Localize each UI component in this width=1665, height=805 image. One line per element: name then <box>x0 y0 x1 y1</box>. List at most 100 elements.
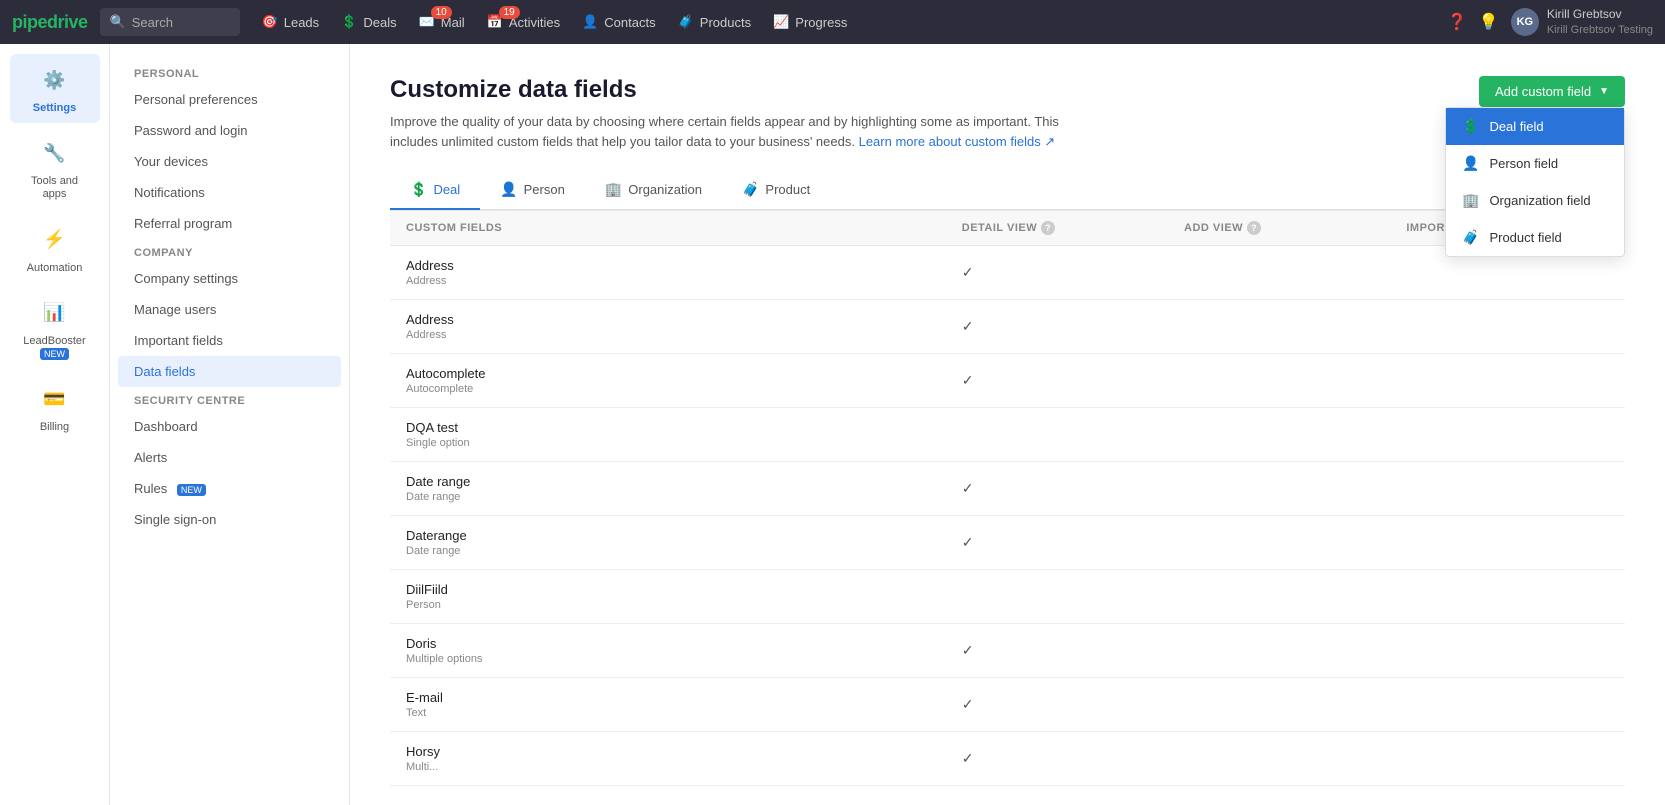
nav-notifications[interactable]: Notifications <box>110 177 349 208</box>
nav-right: ❓ 💡 KG Kirill Grebtsov Kirill Grebtsov T… <box>1447 7 1653 37</box>
left-sidebar: ⚙️ Settings 🔧 Tools and apps ⚡ Automatio… <box>0 44 110 805</box>
nav-alerts[interactable]: Alerts <box>110 442 349 473</box>
nav-your-devices[interactable]: Your devices <box>110 146 349 177</box>
table-row: Date range Date range ✓ <box>390 462 1625 516</box>
leadbooster-icon: 📊 <box>37 295 73 331</box>
title-desc-block: Customize data fields Improve the qualit… <box>390 76 1090 151</box>
settings-icon: ⚙️ <box>37 62 73 98</box>
nav-dashboard[interactable]: Dashboard <box>110 411 349 442</box>
nav-rules[interactable]: Rules NEW <box>110 473 349 504</box>
mail-badge: 10 <box>431 6 452 19</box>
sidebar-item-settings[interactable]: ⚙️ Settings <box>10 54 100 123</box>
help-icon[interactable]: ❓ <box>1447 12 1467 32</box>
avatar: KG <box>1511 8 1539 36</box>
tab-person-icon: 👤 <box>500 181 517 198</box>
nav-referral-program[interactable]: Referral program <box>110 208 349 239</box>
field-name-cell: Address Address <box>390 246 946 300</box>
add-check-cell <box>1168 246 1390 300</box>
check-icon: ✓ <box>962 264 974 280</box>
add-custom-field-button[interactable]: Add custom field ▼ <box>1479 76 1625 107</box>
table-row: DiilFiild Person <box>390 570 1625 624</box>
table-row: Autocomplete Autocomplete ✓ <box>390 354 1625 408</box>
field-name-cell: Date range Date range <box>390 462 946 516</box>
page-desc: Improve the quality of your data by choo… <box>390 112 1090 151</box>
sidebar-item-billing[interactable]: 💳 Billing <box>10 373 100 442</box>
nav-personal-preferences[interactable]: Personal preferences <box>110 84 349 115</box>
table-row: Daterange Date range ✓ <box>390 516 1625 570</box>
learn-more-link[interactable]: Learn more about custom fields ↗ <box>859 134 1056 149</box>
sidebar-item-leadbooster[interactable]: 📊 LeadBooster NEW <box>10 287 100 369</box>
table-header: CUSTOM FIELDS DETAIL VIEW ? ADD VIEW ? <box>390 211 1625 246</box>
content-header: Customize data fields Improve the qualit… <box>390 76 1625 151</box>
sidebar-item-automation[interactable]: ⚡ Automation <box>10 214 100 283</box>
logo[interactable]: pipedrive <box>12 12 88 33</box>
nav-data-fields[interactable]: Data fields <box>118 356 341 387</box>
important-check-cell <box>1390 624 1625 678</box>
dropdown-deal-field[interactable]: 💲 Deal field <box>1446 108 1624 145</box>
nav-items: 🎯 Leads 💲 Deals ✉️ Mail 10 📅 Activities … <box>252 0 1443 44</box>
dropdown-organization-field[interactable]: 🏢 Organization field <box>1446 182 1624 219</box>
important-check-cell <box>1390 732 1625 786</box>
nav-leads[interactable]: 🎯 Leads <box>252 0 330 44</box>
field-name-cell: Horsy Multi... <box>390 732 946 786</box>
field-name-cell: DiilFiild Person <box>390 570 946 624</box>
col-detail-view: DETAIL VIEW ? <box>946 211 1168 246</box>
tab-organization[interactable]: 🏢 Organization <box>585 171 722 210</box>
add-check-cell <box>1168 300 1390 354</box>
important-check-cell <box>1390 354 1625 408</box>
nav-progress[interactable]: 📈 Progress <box>763 0 857 44</box>
detail-check-cell: ✓ <box>946 516 1168 570</box>
user-menu[interactable]: KG Kirill Grebtsov Kirill Grebtsov Testi… <box>1511 7 1653 37</box>
detail-check-cell: ✓ <box>946 354 1168 408</box>
dropdown-person-field[interactable]: 👤 Person field <box>1446 145 1624 182</box>
add-check-cell <box>1168 570 1390 624</box>
add-check-cell <box>1168 732 1390 786</box>
add-check-cell <box>1168 462 1390 516</box>
dropdown-product-field[interactable]: 🧳 Product field <box>1446 219 1624 256</box>
section-personal-title: PERSONAL <box>110 60 349 84</box>
tab-deal[interactable]: 💲 Deal <box>390 171 480 210</box>
search-bar[interactable]: 🔍 Search <box>100 8 240 36</box>
leads-icon: 🎯 <box>262 14 278 30</box>
detail-check-cell: ✓ <box>946 678 1168 732</box>
user-name-block: Kirill Grebtsov Kirill Grebtsov Testing <box>1547 7 1653 37</box>
tab-person[interactable]: 👤 Person <box>480 171 585 210</box>
nav-company-settings[interactable]: Company settings <box>110 263 349 294</box>
nav-manage-users[interactable]: Manage users <box>110 294 349 325</box>
sidebar-item-tools[interactable]: 🔧 Tools and apps <box>10 127 100 209</box>
nav-products[interactable]: 🧳 Products <box>668 0 762 44</box>
add-check-cell <box>1168 624 1390 678</box>
nav-deals[interactable]: 💲 Deals <box>331 0 406 44</box>
col-custom-fields: CUSTOM FIELDS <box>390 211 946 246</box>
tab-product[interactable]: 🧳 Product <box>722 171 830 210</box>
main-content: Customize data fields Improve the qualit… <box>350 44 1665 805</box>
person-icon: 👤 <box>1462 155 1479 172</box>
nav-password-login[interactable]: Password and login <box>110 115 349 146</box>
nav-sso[interactable]: Single sign-on <box>110 504 349 535</box>
check-icon: ✓ <box>962 372 974 388</box>
detail-view-help-icon[interactable]: ? <box>1041 221 1055 235</box>
field-name-cell: Autocomplete Autocomplete <box>390 354 946 408</box>
nav-important-fields[interactable]: Important fields <box>110 325 349 356</box>
field-name-cell: Address Address <box>390 300 946 354</box>
tab-deal-icon: 💲 <box>410 181 427 198</box>
products-icon: 🧳 <box>678 14 694 30</box>
add-view-help-icon[interactable]: ? <box>1247 221 1261 235</box>
table-row: DQA test Single option <box>390 408 1625 462</box>
important-check-cell <box>1390 408 1625 462</box>
tab-org-icon: 🏢 <box>605 181 622 198</box>
table-row: Address Address ✓ <box>390 300 1625 354</box>
add-field-dropdown: 💲 Deal field 👤 Person field 🏢 Organizati… <box>1445 107 1625 257</box>
nav-mail[interactable]: ✉️ Mail 10 <box>409 0 475 44</box>
rules-badge: NEW <box>177 484 206 496</box>
nav-activities[interactable]: 📅 Activities 19 <box>477 0 570 44</box>
add-check-cell <box>1168 408 1390 462</box>
lightbulb-icon[interactable]: 💡 <box>1479 12 1499 32</box>
contacts-icon: 👤 <box>582 14 598 30</box>
layout: ⚙️ Settings 🔧 Tools and apps ⚡ Automatio… <box>0 0 1665 805</box>
progress-icon: 📈 <box>773 14 789 30</box>
table-row: Doris Multiple options ✓ <box>390 624 1625 678</box>
nav-contacts[interactable]: 👤 Contacts <box>572 0 666 44</box>
table-row: E-mail Text ✓ <box>390 678 1625 732</box>
check-icon: ✓ <box>962 480 974 496</box>
